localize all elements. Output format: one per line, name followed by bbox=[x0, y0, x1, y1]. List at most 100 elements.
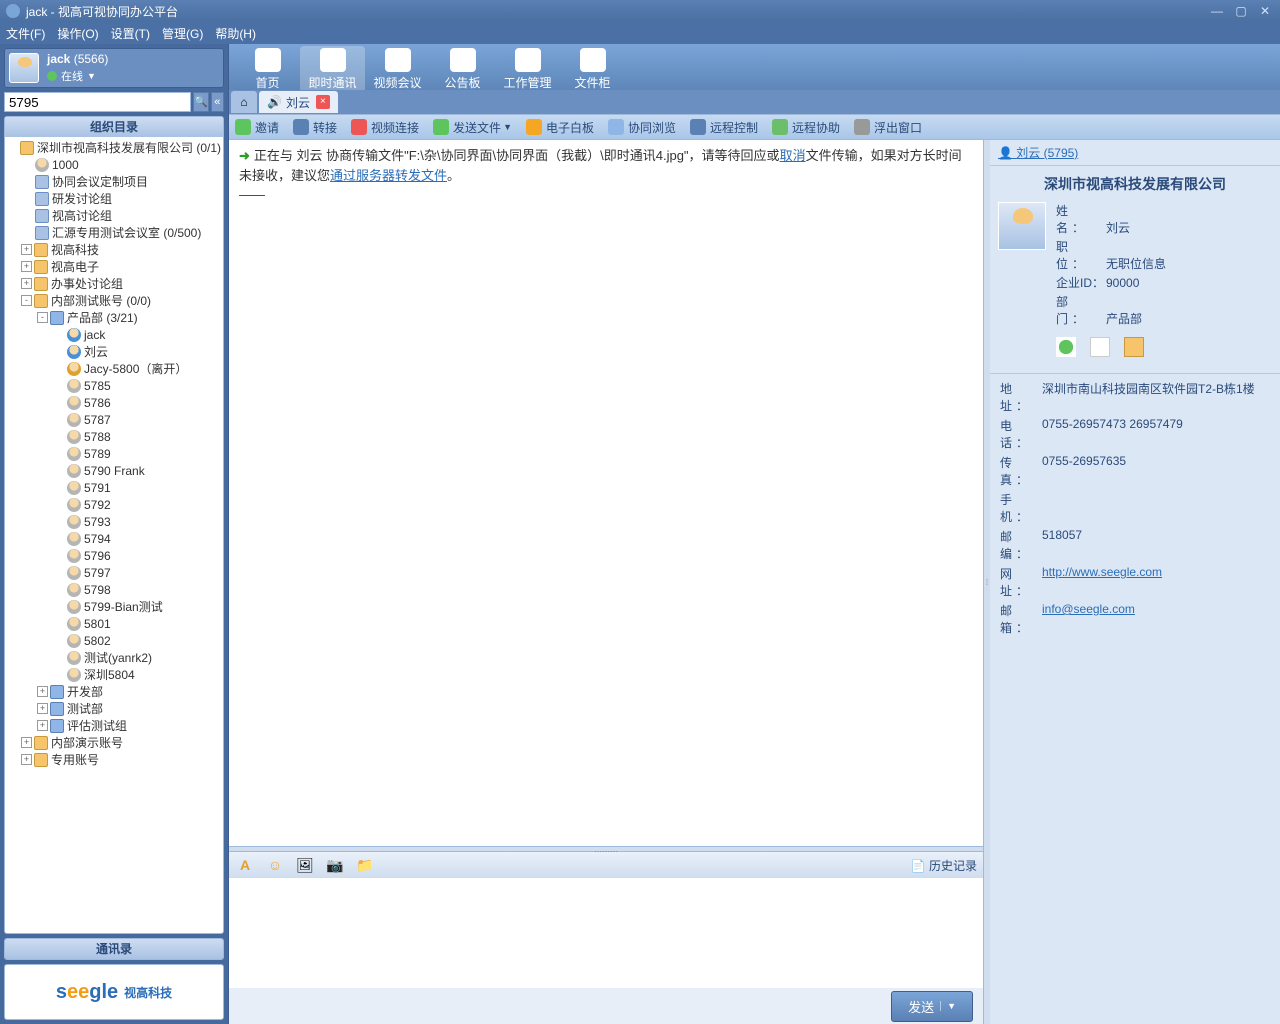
videolink-button[interactable]: 视频连接 bbox=[351, 119, 419, 136]
search-button[interactable]: 🔍 bbox=[193, 92, 209, 112]
tree-person[interactable]: 5788 bbox=[84, 430, 111, 444]
font-button[interactable]: A bbox=[235, 855, 255, 875]
tree-person[interactable]: 5790 Frank bbox=[84, 464, 145, 478]
tree-person[interactable]: 刘云 bbox=[84, 343, 108, 360]
tree-person[interactable]: 5799-Bian测试 bbox=[84, 598, 163, 615]
transfer-button[interactable]: 转接 bbox=[293, 119, 337, 136]
contacts-header[interactable]: 通讯录 bbox=[5, 939, 223, 959]
sendfile-button[interactable]: 发送文件▼ bbox=[433, 119, 512, 136]
folder-button[interactable]: 📁 bbox=[355, 855, 375, 875]
tree-item[interactable]: 视高科技 bbox=[51, 241, 99, 258]
contact-action-3[interactable] bbox=[1124, 337, 1144, 357]
tab-files[interactable]: 文件柜 bbox=[560, 46, 625, 93]
menu-settings[interactable]: 设置(T) bbox=[111, 25, 150, 42]
invite-button[interactable]: 邀请 bbox=[235, 119, 279, 136]
tree-item[interactable]: 1000 bbox=[52, 158, 79, 172]
tree-person[interactable]: 5793 bbox=[84, 515, 111, 529]
chat-tab-home[interactable]: ⌂ bbox=[231, 91, 257, 113]
expand-toggle[interactable]: + bbox=[21, 737, 32, 748]
tree-item[interactable]: 内部测试账号 (0/0) bbox=[51, 292, 151, 309]
history-button[interactable]: 📄 历史记录 bbox=[911, 857, 977, 874]
user-id: (5566) bbox=[74, 52, 109, 66]
maximize-button[interactable]: ▢ bbox=[1232, 4, 1250, 18]
contact-action-1[interactable] bbox=[1056, 337, 1076, 357]
tree-item[interactable]: 办事处讨论组 bbox=[51, 275, 123, 292]
close-tab-button[interactable]: × bbox=[316, 95, 330, 109]
website-link[interactable]: http://www.seegle.com bbox=[1042, 565, 1162, 599]
chat-log[interactable]: ➜正在与 刘云 协商传输文件"F:\杂\协同界面\协同界面（我截）\即时通讯4.… bbox=[229, 140, 983, 846]
tree-person[interactable]: 5787 bbox=[84, 413, 111, 427]
tree-person[interactable]: jack bbox=[84, 328, 105, 342]
remote-button[interactable]: 远程控制 bbox=[690, 119, 758, 136]
chevron-down-icon[interactable]: ▼ bbox=[940, 1001, 956, 1011]
tree-item[interactable]: 内部演示账号 bbox=[51, 734, 123, 751]
tree-item[interactable]: 产品部 (3/21) bbox=[67, 309, 138, 326]
email-link[interactable]: info@seegle.com bbox=[1042, 602, 1135, 636]
tree-person[interactable]: 5798 bbox=[84, 583, 111, 597]
tree-person[interactable]: 5802 bbox=[84, 634, 111, 648]
menu-manage[interactable]: 管理(G) bbox=[162, 25, 203, 42]
cobrowse-button[interactable]: 协同浏览 bbox=[608, 119, 676, 136]
minimize-button[interactable]: — bbox=[1208, 4, 1226, 18]
cancel-link[interactable]: 取消 bbox=[780, 148, 806, 163]
org-tree[interactable]: 深圳市视高科技发展有限公司 (0/1) 1000 协同会议定制项目 研发讨论组 … bbox=[5, 137, 223, 933]
menu-operate[interactable]: 操作(O) bbox=[57, 25, 98, 42]
tree-person[interactable]: 5792 bbox=[84, 498, 111, 512]
close-button[interactable]: ✕ bbox=[1256, 4, 1274, 18]
expand-toggle[interactable]: + bbox=[21, 754, 32, 765]
org-dir-header[interactable]: 组织目录 bbox=[5, 117, 223, 137]
expand-toggle[interactable]: + bbox=[37, 703, 48, 714]
search-input[interactable] bbox=[4, 92, 191, 112]
info-header-link[interactable]: 👤 刘云 (5795) bbox=[990, 140, 1280, 166]
status-selector[interactable]: 在线▼ bbox=[47, 68, 108, 84]
tree-person[interactable]: 5789 bbox=[84, 447, 111, 461]
collapse-button[interactable]: « bbox=[211, 92, 224, 112]
tab-work[interactable]: 工作管理 bbox=[495, 46, 560, 93]
chat-tab-active[interactable]: 🔊 刘云 × bbox=[259, 91, 338, 113]
tab-im[interactable]: 即时通讯 bbox=[300, 46, 365, 93]
emoji-button[interactable]: ☺ bbox=[265, 855, 285, 875]
tree-person[interactable]: 5791 bbox=[84, 481, 111, 495]
expand-toggle[interactable]: + bbox=[37, 720, 48, 731]
tree-person[interactable]: 5785 bbox=[84, 379, 111, 393]
send-button[interactable]: 发送▼ bbox=[891, 991, 973, 1022]
screenshot-button[interactable]: 📷▾ bbox=[325, 855, 345, 875]
tree-person[interactable]: 5786 bbox=[84, 396, 111, 410]
tree-item[interactable]: 汇源专用测试会议室 (0/500) bbox=[52, 224, 201, 241]
contact-action-2[interactable] bbox=[1090, 337, 1110, 357]
tab-home[interactable]: 首页 bbox=[235, 46, 300, 93]
tab-board[interactable]: 公告板 bbox=[430, 46, 495, 93]
tree-person[interactable]: 5794 bbox=[84, 532, 111, 546]
image-button[interactable]: 🖼 bbox=[295, 855, 315, 875]
expand-toggle[interactable]: + bbox=[21, 278, 32, 289]
expand-toggle[interactable]: - bbox=[21, 295, 32, 306]
forward-link[interactable]: 通过服务器转发文件 bbox=[330, 168, 447, 183]
message-input[interactable] bbox=[233, 882, 979, 984]
tree-item[interactable]: 测试部 bbox=[67, 700, 103, 717]
tree-item[interactable]: 视高讨论组 bbox=[52, 207, 112, 224]
float-button[interactable]: 浮出窗口 bbox=[854, 119, 922, 136]
tree-item[interactable]: 研发讨论组 bbox=[52, 190, 112, 207]
expand-toggle[interactable]: + bbox=[37, 686, 48, 697]
expand-toggle[interactable]: + bbox=[21, 261, 32, 272]
tab-video[interactable]: 视频会议 bbox=[365, 46, 430, 93]
eboard-button[interactable]: 电子白板 bbox=[526, 119, 594, 136]
tree-person[interactable]: 5801 bbox=[84, 617, 111, 631]
tree-item[interactable]: 评估测试组 bbox=[67, 717, 127, 734]
tree-person[interactable]: 测试(yanrk2) bbox=[84, 649, 152, 666]
tree-person[interactable]: 5796 bbox=[84, 549, 111, 563]
tree-root[interactable]: 深圳市视高科技发展有限公司 (0/1) bbox=[37, 139, 221, 156]
tree-item[interactable]: 协同会议定制项目 bbox=[52, 173, 148, 190]
menu-help[interactable]: 帮助(H) bbox=[215, 25, 256, 42]
expand-toggle[interactable]: + bbox=[21, 244, 32, 255]
menu-file[interactable]: 文件(F) bbox=[6, 25, 45, 42]
tree-item[interactable]: 专用账号 bbox=[51, 751, 99, 768]
tree-person[interactable]: 5797 bbox=[84, 566, 111, 580]
tree-person[interactable]: 深圳5804 bbox=[84, 666, 135, 683]
expand-toggle[interactable]: - bbox=[37, 312, 48, 323]
tree-person[interactable]: Jacy-5800（离开） bbox=[84, 360, 187, 377]
tree-item[interactable]: 视高电子 bbox=[51, 258, 99, 275]
user-avatar[interactable] bbox=[9, 53, 39, 83]
tree-item[interactable]: 开发部 bbox=[67, 683, 103, 700]
assist-button[interactable]: 远程协助 bbox=[772, 119, 840, 136]
